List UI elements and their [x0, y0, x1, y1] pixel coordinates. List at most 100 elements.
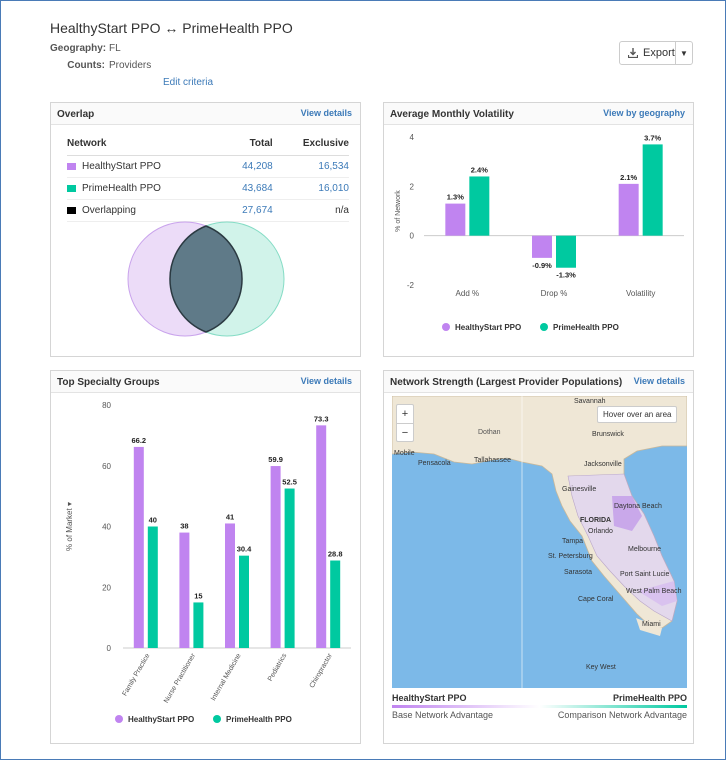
data-label: 73.3 — [314, 414, 329, 423]
column-header-network: Network — [67, 135, 223, 156]
data-label: 3.7% — [644, 133, 661, 142]
total-value-link[interactable]: 43,684 — [222, 177, 273, 200]
legend-gradient-bar — [392, 705, 687, 708]
legend-marker — [213, 715, 221, 723]
place-st-petersburg: St. Petersburg — [548, 553, 593, 560]
place-orlando: Orlando — [588, 528, 613, 535]
y-tick-label: 80 — [102, 401, 111, 410]
volatility-title: Average Monthly Volatility — [390, 109, 514, 120]
x-tick-label: Drop % — [541, 289, 568, 298]
bar — [316, 425, 327, 648]
data-label: 38 — [180, 522, 188, 531]
place-daytona-beach: Daytona Beach — [614, 503, 662, 510]
page-title: HealthyStart PPO ↔ PrimeHealth PPO — [50, 20, 293, 36]
export-dropdown-caret[interactable]: ▼ — [676, 49, 692, 58]
y-axis-label: % of Network — [395, 190, 402, 232]
primehealth-swatch — [67, 184, 76, 192]
bar — [193, 602, 204, 648]
place-west-palm-beach: West Palm Beach — [626, 588, 682, 595]
legend-label: PrimeHealth PPO — [553, 323, 619, 332]
y-axis-label: % of Market ▾ — [65, 502, 74, 551]
zoom-in-button[interactable]: + — [397, 405, 413, 424]
view-by-geography-link[interactable]: View by geography — [603, 108, 685, 118]
map-canvas: Savannah Brunswick Dothan Mobile Pensaco… — [392, 396, 687, 688]
x-tick-label: Pediatrics — [267, 652, 289, 683]
zoom-control: + − — [396, 404, 414, 442]
bar — [239, 555, 249, 648]
x-tick-label: Volatility — [626, 289, 655, 298]
specialty-title: Top Specialty Groups — [57, 377, 160, 388]
exclusive-value-link[interactable]: 16,534 — [272, 155, 349, 178]
y-tick-label: 20 — [102, 583, 111, 592]
place-florida: FLORIDA — [580, 517, 611, 524]
bar — [469, 176, 490, 236]
table-row: HealthyStart PPO 44,208 16,534 — [67, 155, 349, 178]
counts-value: Providers — [109, 60, 152, 71]
x-tick-label: Nurse Practitioner — [163, 652, 197, 705]
y-tick-label: 0 — [107, 644, 112, 653]
data-label: 15 — [194, 591, 202, 600]
export-button[interactable]: Export ▼ — [619, 41, 693, 65]
bar — [284, 488, 295, 648]
data-label: 66.2 — [131, 436, 146, 445]
data-label: -1.3% — [556, 271, 576, 280]
overlap-table: Network Total Exclusive HealthyStart PPO… — [67, 135, 349, 222]
place-cape-coral: Cape Coral — [578, 596, 614, 603]
place-brunswick: Brunswick — [592, 431, 624, 438]
y-tick-label: 4 — [410, 133, 415, 142]
place-gainesville: Gainesville — [562, 486, 596, 493]
x-tick-label: Chiropractor — [309, 652, 335, 689]
data-label: 2.1% — [620, 173, 637, 182]
place-pensacola: Pensacola — [418, 460, 451, 467]
strength-title: Network Strength (Largest Provider Popul… — [390, 377, 623, 388]
legend-marker — [442, 323, 450, 331]
legend-label: HealthyStart PPO — [128, 715, 194, 724]
place-dothan: Dothan — [478, 429, 501, 436]
place-tallahassee: Tallahassee — [474, 457, 511, 464]
y-tick-label: 0 — [410, 232, 415, 241]
data-label: 2.4% — [471, 165, 488, 174]
place-savannah: Savannah — [574, 398, 606, 405]
y-tick-label: 60 — [102, 462, 111, 471]
bar — [270, 466, 281, 648]
legend-marker — [540, 323, 548, 331]
overlapping-swatch — [67, 206, 76, 214]
counts-criterion: Counts: Providers — [50, 60, 151, 71]
place-sarasota: Sarasota — [564, 569, 592, 576]
geography-criterion: Geography: FL — [50, 43, 121, 54]
network-name: HealthyStart PPO — [82, 161, 161, 172]
exclusive-value-link[interactable]: 16,010 — [272, 177, 349, 200]
overlap-view-details-link[interactable]: View details — [301, 108, 352, 118]
data-label: 1.3% — [447, 193, 464, 202]
y-tick-label: 2 — [410, 182, 415, 191]
zoom-out-button[interactable]: − — [397, 424, 413, 442]
data-label: 41 — [226, 512, 234, 521]
overlap-title: Overlap — [57, 109, 95, 120]
edit-criteria-link[interactable]: Edit criteria — [163, 77, 213, 88]
bar — [330, 560, 341, 648]
legend-right-sub: Comparison Network Advantage — [557, 710, 687, 720]
specialty-view-details-link[interactable]: View details — [301, 376, 352, 386]
network-name: PrimeHealth PPO — [82, 183, 161, 194]
florida-map[interactable]: Savannah Brunswick Dothan Mobile Pensaco… — [392, 396, 687, 688]
geography-value: FL — [109, 43, 121, 54]
download-icon — [628, 48, 638, 58]
legend-left-label: HealthyStart PPO — [392, 693, 467, 703]
bar — [225, 523, 235, 648]
place-mobile: Mobile — [394, 450, 415, 457]
volatility-chart: 4 2 0 -2 % of Network 1.3% 2.4% Add % -0.9% -1.3%… — [395, 133, 684, 332]
hover-hint-tooltip: Hover over an area — [597, 406, 678, 423]
legend-label: PrimeHealth PPO — [226, 715, 292, 724]
total-value-link[interactable]: 44,208 — [222, 155, 273, 178]
export-label: Export — [643, 47, 675, 59]
x-tick-label: Add % — [456, 289, 480, 298]
legend-left-sub: Base Network Advantage — [392, 710, 494, 720]
legend-label: HealthyStart PPO — [455, 323, 521, 332]
strength-panel: Network Strength (Largest Provider Popul… — [383, 370, 694, 744]
legend-right-label: PrimeHealth PPO — [612, 693, 687, 703]
data-label: -0.9% — [532, 261, 552, 270]
strength-view-details-link[interactable]: View details — [634, 376, 685, 386]
bar — [445, 203, 466, 236]
geography-label: Geography: — [50, 43, 107, 54]
healthystart-swatch — [67, 162, 76, 170]
